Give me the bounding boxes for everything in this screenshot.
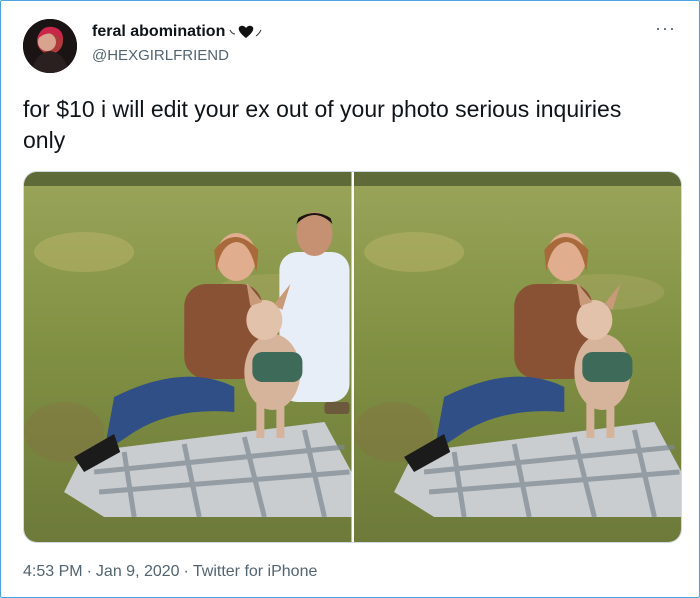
display-name-text: feral abomination bbox=[92, 23, 226, 40]
avatar-image bbox=[23, 19, 77, 73]
tweet-time[interactable]: 4:53 PM bbox=[23, 563, 83, 580]
edited-photo[interactable] bbox=[353, 172, 681, 542]
tweet-text: for $10 i will edit your ex out of your … bbox=[23, 96, 622, 153]
avatar[interactable] bbox=[23, 19, 77, 73]
meta-separator: · bbox=[183, 563, 189, 580]
original-photo[interactable] bbox=[24, 172, 352, 542]
user-handle[interactable]: @HEXGIRLFRIEND bbox=[92, 47, 229, 64]
tweet-date[interactable]: Jan 9, 2020 bbox=[96, 563, 180, 580]
tweet-meta: 4:53 PM · Jan 9, 2020 · Twitter for iPhone bbox=[23, 563, 317, 581]
meta-separator: · bbox=[86, 563, 92, 580]
more-options-icon[interactable]: ··· bbox=[655, 19, 676, 37]
tweet-source[interactable]: Twitter for iPhone bbox=[193, 563, 318, 580]
original-photo-image bbox=[24, 172, 352, 542]
display-name[interactable]: feral abomination bbox=[92, 23, 264, 41]
heart-decoration-icon bbox=[229, 25, 262, 38]
edited-photo-image bbox=[353, 172, 681, 542]
media-grid bbox=[23, 171, 682, 543]
tweet-card: feral abomination @HEXGIRLFRIEND ··· for… bbox=[0, 0, 700, 598]
